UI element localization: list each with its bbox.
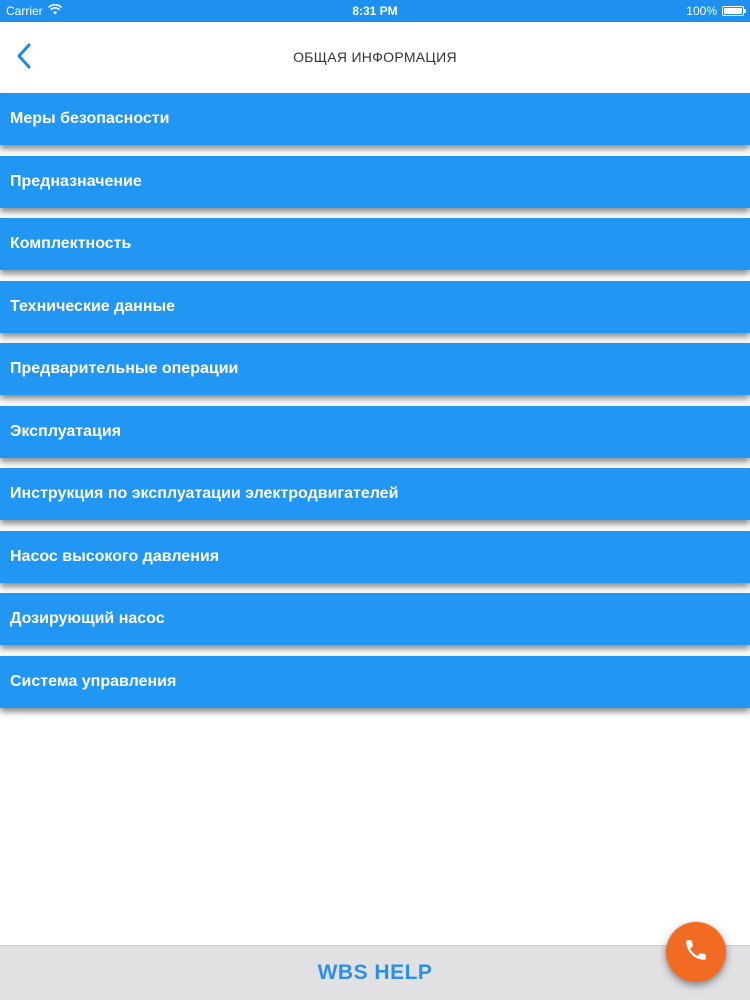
status-left: Carrier (6, 3, 206, 18)
menu-item[interactable]: Комплектность (0, 218, 750, 270)
menu-item-label: Предназначение (10, 172, 142, 190)
battery-icon (722, 6, 746, 16)
carrier-label: Carrier (6, 4, 43, 18)
menu-item[interactable]: Предварительные операции (0, 343, 750, 395)
menu-item-label: Предварительные операции (10, 360, 239, 377)
menu-item[interactable]: Меры безопасности (0, 93, 750, 145)
wifi-icon (47, 3, 62, 18)
menu-item[interactable]: Насос высокого давления (0, 530, 750, 583)
menu-item[interactable]: Эксплуатация (0, 405, 750, 458)
menu-item-label: Меры безопасности (10, 110, 170, 127)
menu-item[interactable]: Инструкция по эксплуатации электродвигат… (0, 468, 750, 520)
menu-item[interactable]: Система управления (0, 655, 750, 708)
menu-item-label: Технические данные (10, 297, 176, 315)
status-time: 8:31 PM (352, 4, 398, 18)
menu-item-label: Эксплуатация (10, 422, 122, 440)
chevron-left-icon (15, 42, 33, 75)
menu-item[interactable]: Технические данные (0, 280, 750, 333)
back-button[interactable] (8, 38, 40, 78)
phone-icon (683, 937, 709, 968)
status-right: 100% (544, 4, 746, 18)
menu-item[interactable]: Дозирующий насос (0, 593, 750, 645)
menu-list: Меры безопасности Предназначение Комплектн… (0, 93, 750, 718)
navigation-bar: ОБЩАЯ ИНФОРМАЦИЯ (0, 22, 750, 92)
battery-percent: 100% (686, 4, 717, 18)
menu-item-label: Насос высокого давления (10, 547, 220, 565)
page-title: ОБЩАЯ ИНФОРМАЦИЯ (293, 49, 457, 65)
footer-label: WBS HELP (317, 961, 433, 984)
menu-item-label: Комплектность (10, 235, 132, 252)
menu-item[interactable]: Предназначение (0, 155, 750, 208)
status-bar: Carrier 8:31 PM 100% (0, 0, 750, 22)
battery-level (724, 8, 742, 14)
footer-bar[interactable]: WBS HELP (0, 945, 750, 1000)
menu-item-label: Дозирующий насос (10, 610, 165, 627)
menu-item-label: Инструкция по эксплуатации электродвигат… (10, 485, 399, 502)
menu-item-label: Система управления (10, 672, 177, 690)
call-button[interactable] (666, 922, 726, 982)
